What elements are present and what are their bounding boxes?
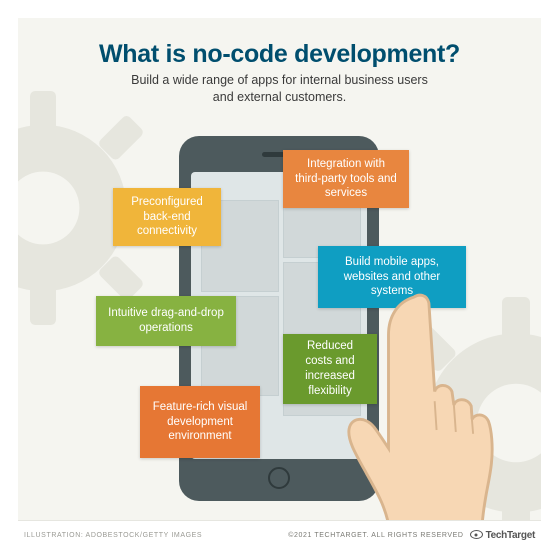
infographic-canvas: What is no-code development? Build a wid…: [18, 18, 541, 520]
callout-integration: Integration with third-party tools and s…: [283, 150, 409, 208]
callout-feature-rich: Feature-rich visual development environm…: [140, 386, 260, 458]
footer: ILLUSTRATION: ADOBESTOCK/GETTY IMAGES ©2…: [18, 520, 541, 550]
home-button-icon: [268, 467, 290, 489]
callout-backend: Preconfigured back-end connectivity: [113, 188, 221, 246]
subtitle-line-2: and external customers.: [213, 90, 346, 104]
footer-credit-left: ILLUSTRATION: ADOBESTOCK/GETTY IMAGES: [24, 532, 202, 539]
footer-credit-right: ©2021 TECHTARGET. ALL RIGHTS RESERVED Te…: [288, 530, 535, 541]
eye-icon: [470, 530, 483, 539]
techtarget-logo: TechTarget: [470, 530, 535, 541]
hand-pointer-icon: [341, 280, 511, 520]
page-title: What is no-code development?: [18, 40, 541, 69]
callout-drag-drop: Intuitive drag-and-drop operations: [96, 296, 236, 346]
page-subtitle: Build a wide range of apps for internal …: [18, 72, 541, 106]
subtitle-line-1: Build a wide range of apps for internal …: [131, 73, 428, 87]
footer-copyright: ©2021 TECHTARGET. ALL RIGHTS RESERVED: [288, 532, 463, 539]
brand-name: TechTarget: [486, 530, 535, 541]
